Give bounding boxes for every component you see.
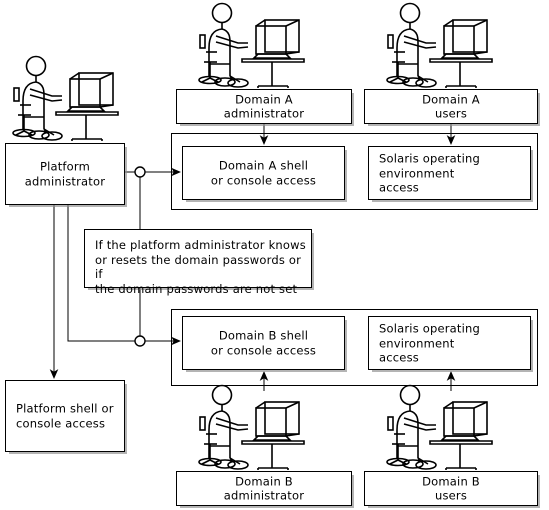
platform-administrator-person (6, 55, 122, 147)
domain-b-solaris-access-box[interactable]: Solaris operating environment access (368, 316, 531, 370)
domain-b-shell-label: Domain B shell or console access (210, 328, 317, 358)
condition-note-box: If the platform administrator knows or r… (84, 229, 312, 296)
diagram-canvas: Platform administrator Platform shell or… (0, 0, 549, 510)
domain-a-solaris-access-label: Solaris operating environment access (379, 151, 481, 195)
platform-shell-box[interactable]: Platform shell or console access (5, 380, 125, 452)
junction-lower-icon (134, 335, 146, 347)
domain-a-users-box[interactable]: Domain A users (364, 89, 538, 124)
domain-b-administrator-person (192, 384, 308, 476)
domain-b-users-person (380, 384, 496, 476)
domain-a-administrator-person (192, 2, 308, 94)
platform-administrator-box[interactable]: Platform administrator (5, 143, 125, 205)
domain-b-administrator-box[interactable]: Domain B administrator (176, 471, 352, 506)
domain-a-administrator-box[interactable]: Domain A administrator (176, 89, 352, 124)
platform-shell-label: Platform shell or console access (16, 401, 114, 431)
domain-b-shell-box[interactable]: Domain B shell or console access (182, 316, 345, 370)
condition-note-label: If the platform administrator knows or r… (95, 238, 306, 296)
domain-b-users-label: Domain B users (422, 474, 480, 503)
domain-a-shell-box[interactable]: Domain A shell or console access (182, 146, 345, 200)
junction-upper-icon (134, 166, 146, 178)
platform-administrator-label: Platform administrator (24, 159, 106, 189)
domain-b-administrator-label: Domain B administrator (223, 474, 305, 503)
domain-a-solaris-access-box[interactable]: Solaris operating environment access (368, 146, 531, 200)
domain-a-shell-label: Domain A shell or console access (210, 158, 317, 188)
domain-a-users-person (380, 2, 496, 94)
domain-a-users-label: Domain A users (422, 92, 480, 121)
domain-a-administrator-label: Domain A administrator (223, 92, 305, 121)
domain-b-solaris-access-label: Solaris operating environment access (379, 321, 481, 365)
domain-b-users-box[interactable]: Domain B users (364, 471, 538, 506)
